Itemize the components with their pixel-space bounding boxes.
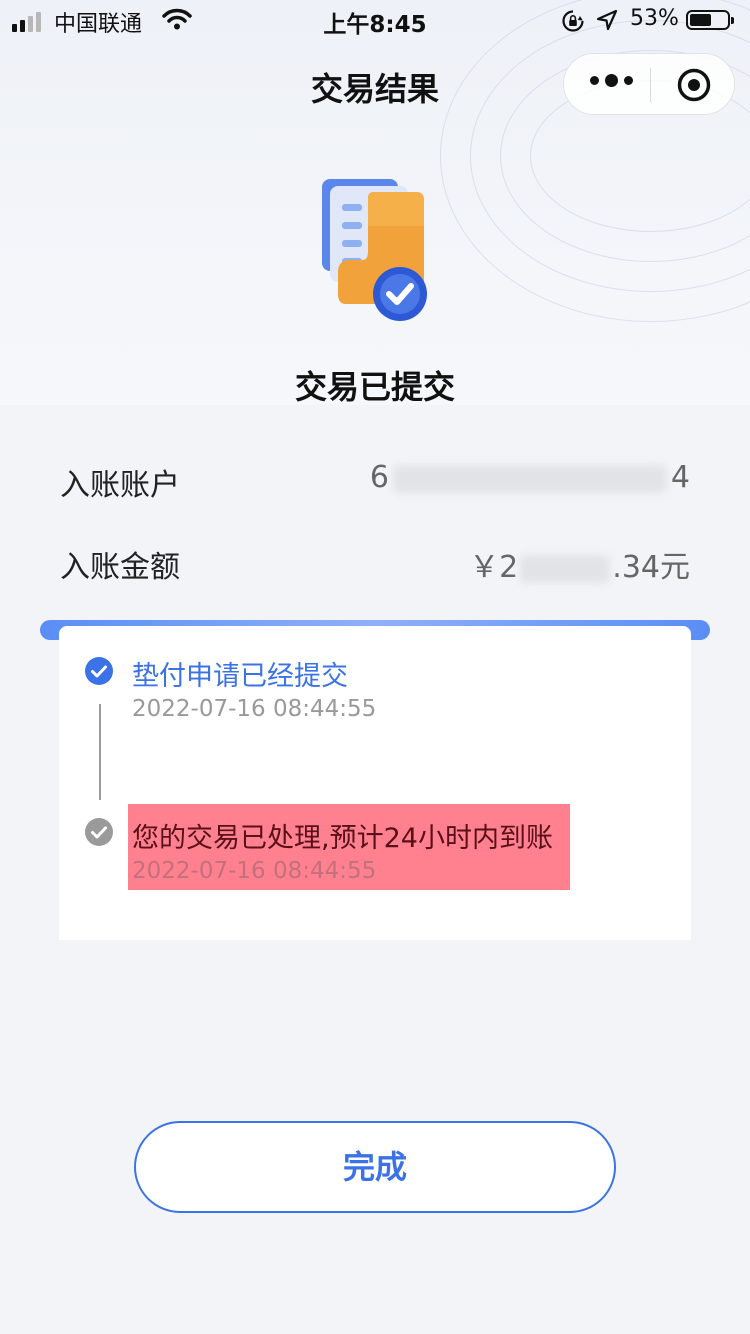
timeline-step-title: 垫付申请已经提交 bbox=[132, 661, 348, 692]
done-button[interactable]: 完成 bbox=[134, 1121, 616, 1213]
amount-label: 入账金额 bbox=[60, 550, 180, 585]
timeline-step-time: 2022-07-16 08:44:55 bbox=[132, 858, 377, 884]
result-title: 交易已提交 bbox=[294, 368, 455, 406]
account-value: 64 bbox=[370, 460, 690, 495]
masked-account-number bbox=[392, 464, 667, 493]
battery-percent: 53% bbox=[630, 6, 679, 31]
timeline-step-title: 您的交易已处理,预计24小时内到账 bbox=[132, 823, 553, 854]
mini-program-capsule bbox=[563, 53, 735, 115]
amount-prefix: ￥2 bbox=[469, 550, 519, 585]
document-check-icon bbox=[322, 179, 427, 321]
amount-value: ￥2 .34元 bbox=[469, 542, 690, 586]
status-bar: 中国联通 上午8:45 53% bbox=[0, 0, 750, 44]
masked-amount bbox=[520, 554, 611, 583]
target-close-icon[interactable] bbox=[677, 68, 711, 102]
account-prefix: 6 bbox=[369, 460, 389, 495]
more-dots-icon[interactable] bbox=[590, 74, 633, 87]
location-arrow-icon bbox=[596, 9, 618, 31]
step-done-check-icon bbox=[85, 657, 113, 685]
rotation-lock-icon bbox=[562, 10, 584, 32]
timeline-connector bbox=[99, 704, 101, 800]
amount-row: 入账金额 ￥2 .34元 bbox=[60, 542, 690, 585]
step-pending-check-icon bbox=[85, 818, 113, 846]
battery-icon bbox=[686, 10, 734, 30]
account-suffix: 4 bbox=[670, 460, 690, 495]
account-label: 入账账户 bbox=[60, 468, 180, 503]
amount-suffix: .34元 bbox=[612, 550, 690, 585]
timeline-step-time: 2022-07-16 08:44:55 bbox=[132, 696, 377, 722]
account-row: 入账账户 64 bbox=[60, 460, 690, 503]
capsule-divider bbox=[650, 68, 651, 102]
